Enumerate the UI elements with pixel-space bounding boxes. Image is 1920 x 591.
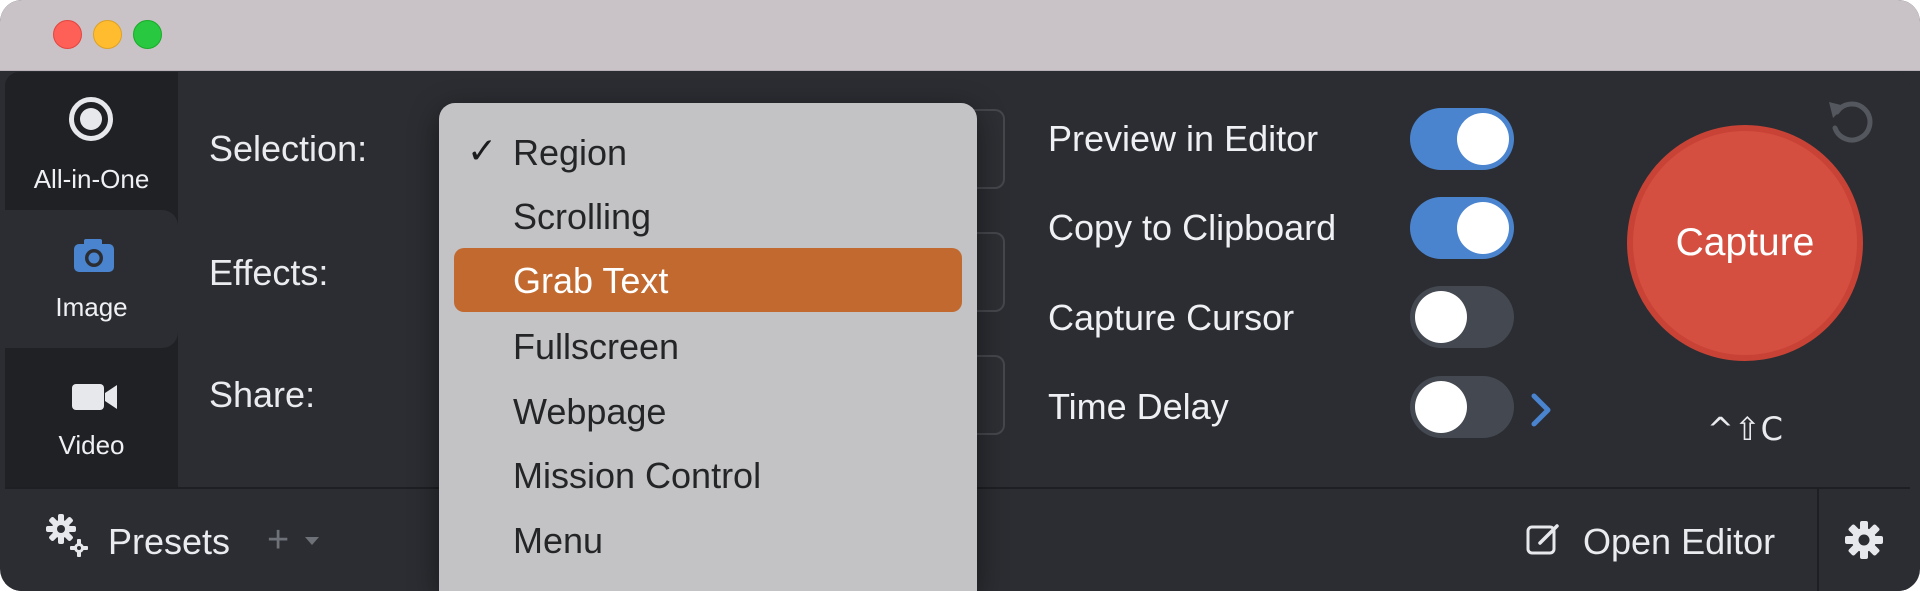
preview-in-editor-label: Preview in Editor bbox=[1048, 118, 1319, 159]
toggle-knob bbox=[1457, 113, 1509, 165]
mode-sidebar: All-in-One Image Video bbox=[5, 72, 178, 487]
mode-all-in-one[interactable]: All-in-One bbox=[5, 72, 178, 210]
effects-label: Effects: bbox=[209, 252, 329, 293]
mode-image[interactable]: Image bbox=[5, 210, 178, 348]
camera-icon bbox=[74, 239, 114, 272]
checkmark-icon: ✓ bbox=[467, 130, 498, 171]
toggle-knob bbox=[1415, 291, 1467, 343]
gear-icon[interactable] bbox=[1843, 519, 1885, 561]
minimize-window-button[interactable] bbox=[93, 20, 122, 49]
selection-dropdown-menu: ✓ Region Scrolling Grab Text Fullscreen … bbox=[439, 103, 977, 591]
menu-item-fullscreen[interactable]: Fullscreen bbox=[439, 316, 977, 376]
menu-item-label: Webpage bbox=[513, 391, 667, 432]
time-delay-toggle[interactable] bbox=[1410, 376, 1514, 438]
mode-label: All-in-One bbox=[33, 164, 150, 194]
presets-label[interactable]: Presets bbox=[108, 521, 230, 563]
menu-item-label: Region bbox=[513, 132, 628, 173]
zoom-window-button[interactable] bbox=[133, 20, 162, 49]
open-editor-button[interactable]: Open Editor bbox=[1583, 521, 1775, 563]
capture-button[interactable]: Capture bbox=[1627, 125, 1863, 361]
menu-item-label: Mission Control bbox=[513, 455, 762, 496]
menu-item-region[interactable]: ✓ Region bbox=[439, 122, 977, 182]
menu-item-menu[interactable]: Menu bbox=[439, 510, 977, 570]
snagit-capture-window: All-in-One Image Video Selection: Effect… bbox=[0, 0, 1920, 591]
menu-item-grab-text[interactable]: Grab Text bbox=[454, 248, 962, 312]
menu-item-label: Grab Text bbox=[513, 260, 669, 301]
menu-item-label: Scrolling bbox=[513, 196, 652, 237]
time-delay-label: Time Delay bbox=[1048, 386, 1229, 427]
mode-label: Image bbox=[55, 292, 128, 322]
video-camera-icon bbox=[72, 384, 117, 410]
preview-in-editor-toggle[interactable] bbox=[1410, 108, 1514, 170]
chevron-down-icon[interactable] bbox=[303, 535, 321, 547]
share-label: Share: bbox=[209, 374, 316, 415]
edit-icon[interactable] bbox=[1523, 519, 1563, 559]
selection-label: Selection: bbox=[209, 128, 368, 169]
menu-item-label: Fullscreen bbox=[513, 326, 680, 367]
reset-icon[interactable] bbox=[1823, 92, 1879, 148]
menu-item-scrolling[interactable]: Scrolling bbox=[439, 186, 977, 246]
mode-label: Video bbox=[58, 430, 125, 460]
menu-item-mission-control[interactable]: Mission Control bbox=[439, 445, 977, 505]
capture-cursor-label: Capture Cursor bbox=[1048, 297, 1295, 338]
capture-shortcut: ^⇧C bbox=[1707, 410, 1783, 448]
divider bbox=[1817, 489, 1819, 591]
toggle-knob bbox=[1415, 381, 1467, 433]
add-preset-button[interactable]: + bbox=[267, 519, 289, 562]
menu-item-label: Menu bbox=[513, 520, 604, 561]
toggle-knob bbox=[1457, 202, 1509, 254]
copy-to-clipboard-toggle[interactable] bbox=[1410, 197, 1514, 259]
chevron-right-icon[interactable] bbox=[1526, 390, 1556, 430]
close-window-button[interactable] bbox=[53, 20, 82, 49]
record-circle-icon bbox=[69, 97, 113, 141]
mode-video[interactable]: Video bbox=[5, 348, 178, 487]
capture-cursor-toggle[interactable] bbox=[1410, 286, 1514, 348]
title-bar bbox=[0, 0, 1920, 71]
copy-to-clipboard-label: Copy to Clipboard bbox=[1048, 207, 1337, 248]
presets-gears-icon[interactable] bbox=[43, 511, 93, 561]
menu-item-webpage[interactable]: Webpage bbox=[439, 381, 977, 441]
